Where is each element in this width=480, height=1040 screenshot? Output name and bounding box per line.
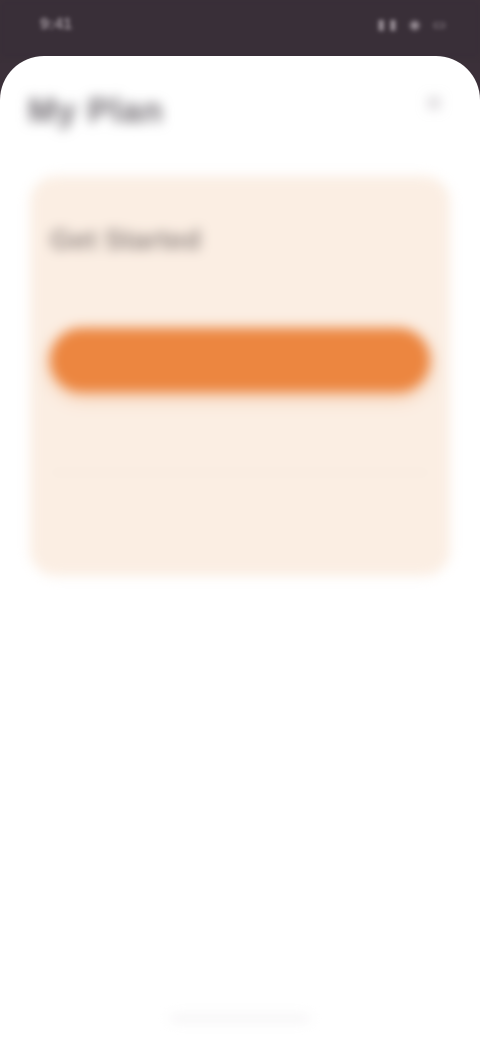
- home-indicator: [170, 1016, 310, 1021]
- page-title: My Plan: [28, 92, 164, 130]
- status-icons: ▮▮ ◉ ▭: [377, 16, 450, 32]
- app-frame: 9:41 ▮▮ ◉ ▭ My Plan ✕ Get Started: [0, 0, 480, 1040]
- modal-sheet: My Plan ✕ Get Started: [0, 56, 480, 1040]
- card-title: Get Started: [50, 224, 201, 255]
- divider: [50, 472, 430, 473]
- secondary-action-button[interactable]: [50, 408, 430, 464]
- tertiary-action-button[interactable]: [50, 482, 430, 538]
- close-icon[interactable]: ✕: [422, 91, 446, 116]
- blurred-content: My Plan ✕ Get Started: [0, 56, 480, 1040]
- plan-card: Get Started: [30, 176, 450, 576]
- status-time: 9:41: [40, 16, 73, 33]
- primary-action-button[interactable]: [50, 328, 430, 392]
- status-bar: 9:41 ▮▮ ◉ ▭: [0, 0, 480, 58]
